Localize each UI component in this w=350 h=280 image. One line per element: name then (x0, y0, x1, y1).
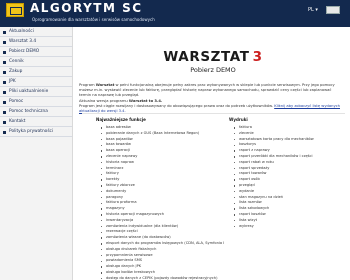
sidebar-item-pobierz-demo[interactable]: Pobierz DEMO (0, 47, 72, 57)
print-list-item: wykresy (229, 224, 345, 230)
page-title-text: WARSZTAT (163, 49, 250, 65)
intro-bold-2: Warsztat to 3.4. (128, 98, 163, 103)
sidebar-item-warsztat[interactable]: Warsztat 3.4 (0, 37, 72, 47)
sidebar-item-cennik[interactable]: Cennik (0, 57, 72, 67)
sidebar-menu: Aktualności Warsztat 3.4 Pobierz DEMO Ce… (0, 27, 73, 280)
prints-column: Wydruki faktura zlecenie warsztatowa karta… (229, 117, 345, 229)
logo-icon (6, 3, 24, 17)
prints-heading: Wydruki (229, 117, 248, 122)
prints-list: faktura zlecenie warsztatowa karta pracy d… (229, 125, 345, 229)
sidebar-item-kontakt[interactable]: Kontakt (0, 117, 72, 127)
language-selector[interactable]: PL ▾ (308, 7, 318, 13)
sidebar-item-pomoc[interactable]: Pomoc (0, 97, 72, 107)
intro-bold-1: Warsztat (95, 83, 115, 87)
main-content: WARSZTAT 3 Pobierz DEMO Program Warsztat … (79, 27, 347, 114)
intro-paragraph: Program Warsztat w pełni funkcjonalną ob… (79, 83, 347, 114)
page-title: WARSZTAT 3 (79, 49, 347, 65)
sidebar-item-polityka[interactable]: Polityka prywatności (0, 127, 72, 137)
header-bar: ALGORYTM SC Oprogramowanie dla warsztató… (0, 0, 350, 27)
features-list: baza adresów pobieranie danych z GUS (Baz… (96, 125, 224, 280)
flag-icon[interactable] (326, 6, 340, 14)
features-column: Najważniejsze funkcje baza adresów pobier… (96, 117, 224, 280)
intro-text-1: Program (79, 83, 96, 87)
brand-tagline: Oprogramowanie dla warsztatów i serwisów… (32, 17, 155, 22)
features-heading: Najważniejsze funkcje (96, 117, 146, 122)
sidebar-item-pomoc-techniczna[interactable]: Pomoc techniczna (0, 107, 72, 117)
page-subtitle: Pobierz DEMO (190, 66, 236, 74)
feature-list-item: dostęp do danych z CEPIK (pojazdy dowodó… (96, 276, 224, 280)
sidebar-item-aktualnosci[interactable]: Aktualności (0, 27, 72, 37)
intro-text-2: w pełni funkcjonalną obejmuje pełny zakr… (79, 83, 335, 98)
page-title-number: 3 (252, 49, 263, 65)
intro-text-4: Program jest ciągle rozwijany i dostosow… (79, 103, 275, 108)
intro-text-3: Aktualna wersja programu (79, 98, 129, 103)
features-section: Najważniejsze funkcje baza adresów pobier… (82, 113, 345, 280)
brand-name[interactable]: ALGORYTM SC (30, 1, 143, 15)
sidebar-item-jpk[interactable]: JPK (0, 77, 72, 87)
sidebar-item-pliki[interactable]: Pliki uaktualnienie (0, 87, 72, 97)
sidebar-item-zakup[interactable]: Zakup (0, 67, 72, 77)
